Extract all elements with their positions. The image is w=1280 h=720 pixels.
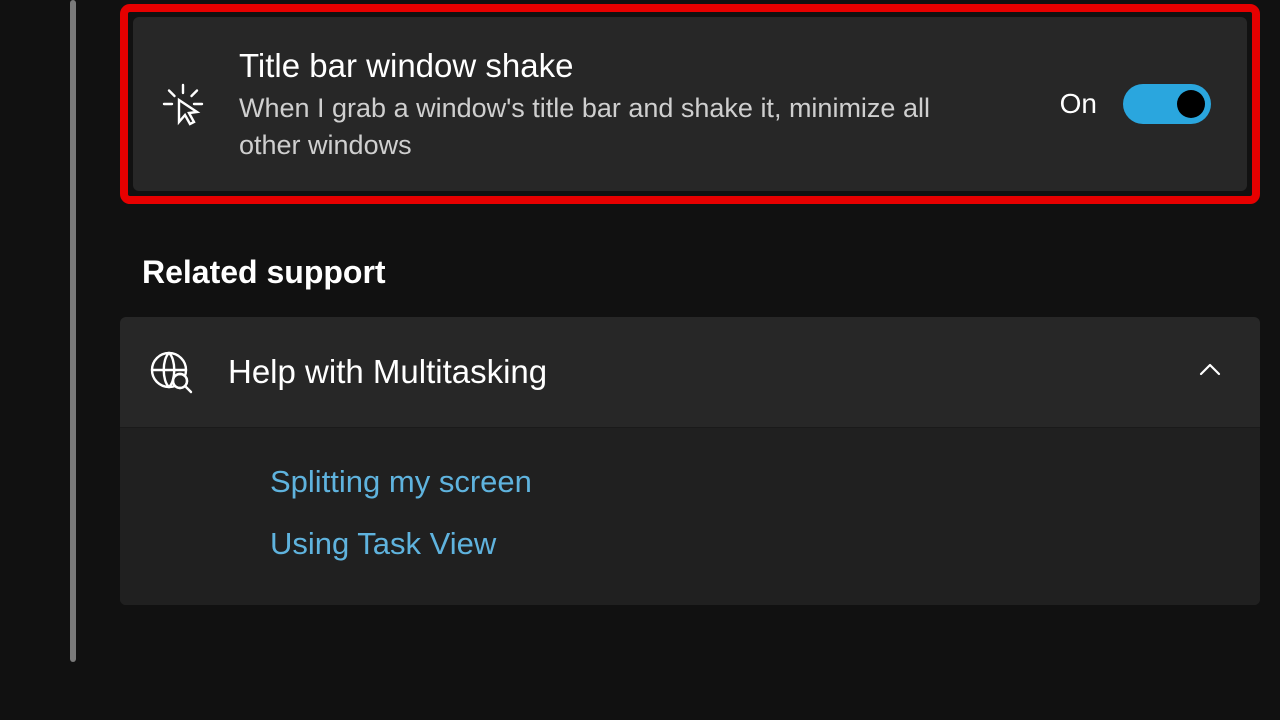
globe-search-icon [148,349,194,395]
chevron-up-icon [1196,356,1224,389]
setting-description: When I grab a window's title bar and sha… [239,90,939,163]
setting-title: Title bar window shake [239,45,1026,86]
related-support-heading: Related support [142,254,1260,291]
highlight-annotation: Title bar window shake When I grab a win… [120,4,1260,204]
title-bar-shake-setting[interactable]: Title bar window shake When I grab a win… [133,17,1247,191]
title-bar-shake-toggle[interactable] [1123,84,1211,124]
scrollbar[interactable] [70,0,76,662]
help-multitasking-body: Splitting my screen Using Task View [120,427,1260,605]
help-multitasking-header[interactable]: Help with Multitasking [120,317,1260,427]
cursor-click-icon [161,82,205,126]
toggle-state-label: On [1060,88,1097,120]
link-using-task-view[interactable]: Using Task View [270,524,1224,564]
setting-text: Title bar window shake When I grab a win… [239,45,1026,163]
toggle-knob [1177,90,1205,118]
link-splitting-screen[interactable]: Splitting my screen [270,462,1224,502]
toggle-group: On [1060,84,1211,124]
settings-content: Title bar window shake When I grab a win… [120,4,1260,605]
help-multitasking-title: Help with Multitasking [228,353,1162,391]
related-support-card: Help with Multitasking Splitting my scre… [120,317,1260,605]
